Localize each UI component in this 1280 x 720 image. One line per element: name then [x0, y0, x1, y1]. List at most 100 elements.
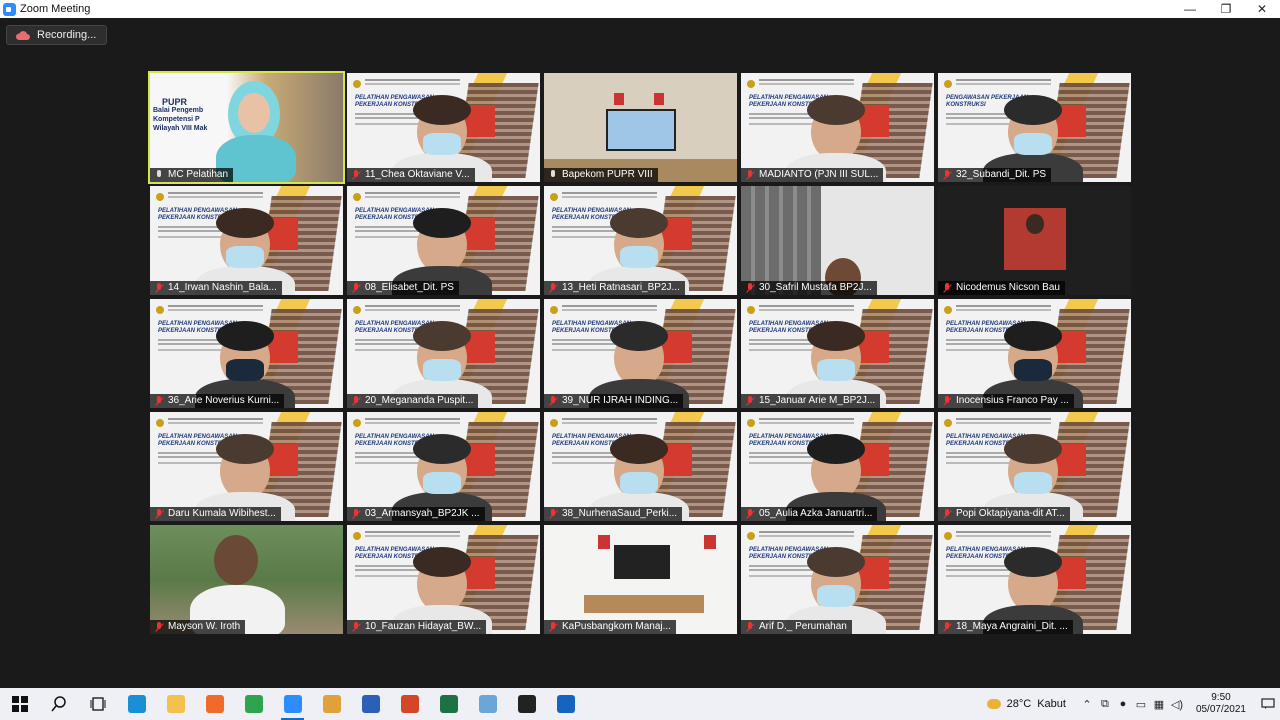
participant-tile[interactable]: PENGAWASAN PEKERJAAN KONSTRUKSI 32_Suband… — [938, 73, 1131, 182]
face-mask — [1014, 472, 1052, 494]
network-icon[interactable]: ▦ — [1150, 698, 1168, 711]
participant-tile[interactable]: PELATIHAN PENGAWASAN PEKERJAAN KONSTRUKS… — [544, 186, 737, 295]
participant-tile[interactable]: PELATIHAN PENGAWASAN PEKERJAAN KONSTRUKS… — [938, 299, 1131, 408]
search-icon[interactable] — [39, 688, 78, 720]
participant-tile[interactable]: Mayson W. Iroth — [150, 525, 343, 634]
pupr-logo-icon — [944, 419, 952, 427]
face — [238, 93, 270, 133]
excel-icon[interactable] — [429, 688, 468, 720]
mic-icon — [154, 170, 164, 180]
weather-widget[interactable]: 28°C Kabut — [986, 698, 1066, 710]
usb-icon[interactable]: ▭ — [1132, 698, 1150, 711]
participant-name: Mayson W. Iroth — [168, 621, 241, 632]
participant-name: 20_Megananda Puspit... — [365, 395, 474, 406]
meet-now-icon[interactable]: ⧉ — [1096, 698, 1114, 711]
muted-mic-icon — [154, 509, 164, 519]
participant-name: 10_Fauzan Hidayat_BW... — [365, 621, 482, 632]
hair — [610, 208, 668, 238]
participant-name-label: Daru Kumala Wibihest... — [150, 507, 281, 521]
muted-mic-icon — [942, 170, 952, 180]
chrome-icon[interactable] — [234, 688, 273, 720]
firefox-icon[interactable] — [195, 688, 234, 720]
face-mask — [620, 472, 658, 494]
terminal-icon[interactable] — [507, 688, 546, 720]
pupr-logo-icon — [747, 419, 755, 427]
participant-tile[interactable]: PELATIHAN PENGAWASAN PEKERJAAN KONSTRUKS… — [347, 186, 540, 295]
participant-tile[interactable]: PELATIHAN PENGAWASAN PEKERJAAN KONSTRUKS… — [544, 299, 737, 408]
participant-tile[interactable]: PELATIHAN PENGAWASAN PEKERJAAN KONSTRUKS… — [938, 525, 1131, 634]
participant-tile[interactable]: PELATIHAN PENGAWASAN PEKERJAAN KONSTRUKS… — [347, 299, 540, 408]
participant-tile[interactable]: PELATIHAN PENGAWASAN PEKERJAAN KONSTRUKS… — [741, 73, 934, 182]
participant-tile[interactable]: PELATIHAN PENGAWASAN PEKERJAAN KONSTRUKS… — [938, 412, 1131, 521]
chevron-up-icon[interactable]: ⌃ — [1078, 698, 1096, 711]
participant-tile[interactable]: Nicodemus Nicson Bau — [938, 186, 1131, 295]
hair — [413, 321, 471, 351]
participant-name-label: 20_Megananda Puspit... — [347, 394, 479, 408]
participant-tile[interactable]: PELATIHAN PENGAWASAN PEKERJAAN KONSTRUKS… — [741, 299, 934, 408]
minimize-button[interactable]: — — [1172, 0, 1208, 18]
participant-tile[interactable]: PELATIHAN PENGAWASAN PEKERJAAN KONSTRUKS… — [544, 412, 737, 521]
participant-tile[interactable]: PELATIHAN PENGAWASAN PEKERJAAN KONSTRUKS… — [347, 412, 540, 521]
word-icon[interactable] — [351, 688, 390, 720]
volume-icon[interactable]: ◁) — [1168, 698, 1186, 711]
hair — [413, 95, 471, 125]
participant-name: KaPusbangkom Manaj... — [562, 621, 671, 632]
zoom-icon[interactable] — [273, 688, 312, 720]
task-view-icon[interactable] — [78, 688, 117, 720]
weather-temp: 28°C — [1006, 698, 1032, 710]
media-player-icon[interactable] — [312, 688, 351, 720]
face-mask — [1014, 359, 1052, 381]
pupr-logo-icon — [550, 193, 558, 201]
participant-tile[interactable]: Bapekom PUPR VIII — [544, 73, 737, 182]
clock[interactable]: 9:50 05/07/2021 — [1196, 692, 1246, 716]
participant-tile[interactable]: PELATIHAN PENGAWASAN PEKERJAAN KONSTRUKS… — [150, 299, 343, 408]
microphone-icon[interactable]: ● — [1114, 698, 1132, 710]
participant-tile[interactable]: PELATIHAN PENGAWASAN PEKERJAAN KONSTRUKS… — [741, 412, 934, 521]
hair — [1004, 434, 1062, 464]
close-button[interactable]: ✕ — [1244, 0, 1280, 18]
participant-name: 05_Aulia Azka Januartri... — [759, 508, 873, 519]
window-titlebar: Zoom Meeting — ❐ ✕ — [0, 0, 1280, 18]
muted-mic-icon — [351, 622, 361, 632]
participant-name-label: 30_Safril Mustafa BP2J... — [741, 281, 877, 295]
powerpoint-icon[interactable] — [390, 688, 429, 720]
participant-tile[interactable]: PELATIHAN PENGAWASAN PEKERJAAN KONSTRUKS… — [347, 525, 540, 634]
recording-indicator[interactable]: Recording... — [6, 25, 108, 45]
muted-mic-icon — [942, 283, 952, 293]
participant-name: Popi Oktapiyana-dit AT... — [956, 508, 1065, 519]
participant-tile[interactable]: 30_Safril Mustafa BP2J... — [741, 186, 934, 295]
participant-name-label: MADIANTO (PJN III SUL... — [741, 168, 884, 182]
participant-name: Nicodemus Nicson Bau — [956, 282, 1060, 293]
shelf — [741, 186, 821, 295]
participant-tile[interactable]: PELATIHAN PENGAWASAN PEKERJAAN KONSTRUKS… — [150, 186, 343, 295]
face-mask — [620, 246, 658, 268]
muted-mic-icon — [154, 396, 164, 406]
participant-name-label: 13_Heti Ratnasari_BP2J... — [544, 281, 685, 295]
pupr-logo-icon — [156, 419, 164, 427]
muted-mic-icon — [548, 396, 558, 406]
hair — [807, 434, 865, 464]
participant-tile[interactable]: PELATIHAN PENGAWASAN PEKERJAAN KONSTRUKS… — [150, 412, 343, 521]
participant-tile[interactable]: PELATIHAN PENGAWASAN PEKERJAAN KONSTRUKS… — [347, 73, 540, 182]
file-explorer-icon[interactable] — [156, 688, 195, 720]
mic-icon — [548, 170, 558, 180]
participant-tile[interactable]: PUPR Balai Pengemb Kompetensi P Wilayah VII… — [148, 71, 345, 184]
hair — [413, 208, 471, 238]
windows-start-icon[interactable] — [0, 688, 39, 720]
participant-name-label: 10_Fauzan Hidayat_BW... — [347, 620, 487, 634]
maximize-button[interactable]: ❐ — [1208, 0, 1244, 18]
edge-icon[interactable] — [117, 688, 156, 720]
presentation-app-icon[interactable] — [546, 688, 585, 720]
hair — [1004, 547, 1062, 577]
participant-tile[interactable]: PELATIHAN PENGAWASAN PEKERJAAN KONSTRUKS… — [741, 525, 934, 634]
face-mask — [423, 133, 461, 155]
paint-icon[interactable] — [468, 688, 507, 720]
participant-tile[interactable]: KaPusbangkom Manaj... — [544, 525, 737, 634]
muted-mic-icon — [548, 622, 558, 632]
pupr-logo-icon — [353, 532, 361, 540]
pupr-logo-icon — [747, 306, 755, 314]
participant-name-label: 39_NUR IJRAH INDING... — [544, 394, 684, 408]
muted-mic-icon — [548, 283, 558, 293]
face-mask — [1014, 133, 1052, 155]
notification-icon[interactable] — [1256, 688, 1280, 720]
